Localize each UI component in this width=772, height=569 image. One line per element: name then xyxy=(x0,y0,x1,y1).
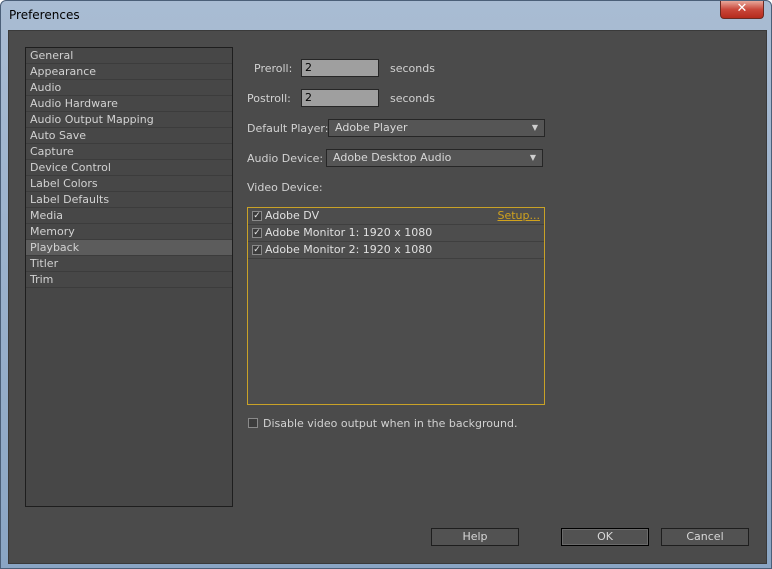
device-name: Adobe Monitor 2: 1920 x 1080 xyxy=(265,243,433,256)
audio-device-select[interactable]: Adobe Desktop Audio ▼ xyxy=(326,149,543,167)
cancel-button[interactable]: Cancel xyxy=(661,528,749,546)
sidebar-item-appearance[interactable]: Appearance xyxy=(26,64,232,80)
sidebar-item-label-colors[interactable]: Label Colors xyxy=(26,176,232,192)
postroll-input[interactable]: 2 xyxy=(301,89,379,107)
sidebar-item-titler[interactable]: Titler xyxy=(26,256,232,272)
disable-bg-label: Disable video output when in the backgro… xyxy=(263,417,518,430)
sidebar-item-audio-output-mapping[interactable]: Audio Output Mapping xyxy=(26,112,232,128)
device-name: Adobe DV xyxy=(265,209,320,222)
category-list: General Appearance Audio Audio Hardware … xyxy=(25,47,233,507)
preroll-label: Preroll: xyxy=(254,62,293,75)
device-name: Adobe Monitor 1: 1920 x 1080 xyxy=(265,226,433,239)
dialog-body: General Appearance Audio Audio Hardware … xyxy=(8,30,767,564)
preroll-input[interactable]: 2 xyxy=(301,59,379,77)
default-player-value: Adobe Player xyxy=(335,121,408,134)
audio-device-value: Adobe Desktop Audio xyxy=(333,151,452,164)
sidebar-item-general[interactable]: General xyxy=(26,48,232,64)
sidebar-item-device-control[interactable]: Device Control xyxy=(26,160,232,176)
chevron-down-icon[interactable]: ▼ xyxy=(526,151,540,165)
sidebar-item-trim[interactable]: Trim xyxy=(26,272,232,288)
sidebar-item-playback[interactable]: Playback xyxy=(26,240,232,256)
default-player-label: Default Player: xyxy=(247,122,329,135)
sidebar-item-label-defaults[interactable]: Label Defaults xyxy=(26,192,232,208)
postroll-unit: seconds xyxy=(390,92,435,105)
check-icon: ✓ xyxy=(253,228,261,238)
postroll-label: Postroll: xyxy=(247,92,291,105)
close-button[interactable]: ✕ xyxy=(720,1,764,19)
ok-button[interactable]: OK xyxy=(561,528,649,546)
video-device-label: Video Device: xyxy=(247,181,323,194)
video-device-list: ✓ Adobe DV Setup... ✓ Adobe Monitor 1: 1… xyxy=(247,207,545,405)
close-icon: ✕ xyxy=(736,1,748,16)
preroll-unit: seconds xyxy=(390,62,435,75)
preferences-window: Preferences ✕ General Appearance Audio A… xyxy=(0,0,772,569)
chevron-down-icon[interactable]: ▼ xyxy=(528,121,542,135)
default-player-select[interactable]: Adobe Player ▼ xyxy=(328,119,545,137)
setup-link[interactable]: Setup... xyxy=(497,208,540,224)
check-icon: ✓ xyxy=(253,211,261,221)
list-item[interactable]: ✓ Adobe Monitor 1: 1920 x 1080 xyxy=(248,225,544,242)
sidebar-item-capture[interactable]: Capture xyxy=(26,144,232,160)
device-checkbox[interactable]: ✓ xyxy=(252,245,262,255)
list-item[interactable]: ✓ Adobe Monitor 2: 1920 x 1080 xyxy=(248,242,544,259)
sidebar-item-audio-hardware[interactable]: Audio Hardware xyxy=(26,96,232,112)
sidebar-item-auto-save[interactable]: Auto Save xyxy=(26,128,232,144)
check-icon: ✓ xyxy=(253,245,261,255)
sidebar-item-memory[interactable]: Memory xyxy=(26,224,232,240)
title-bar[interactable]: Preferences ✕ xyxy=(1,1,771,29)
disable-bg-checkbox[interactable] xyxy=(248,418,258,428)
device-checkbox[interactable]: ✓ xyxy=(252,228,262,238)
sidebar-item-media[interactable]: Media xyxy=(26,208,232,224)
audio-device-label: Audio Device: xyxy=(247,152,324,165)
list-item[interactable]: ✓ Adobe DV Setup... xyxy=(248,208,544,225)
help-button[interactable]: Help xyxy=(431,528,519,546)
window-title: Preferences xyxy=(9,8,80,22)
device-checkbox[interactable]: ✓ xyxy=(252,211,262,221)
sidebar-item-audio[interactable]: Audio xyxy=(26,80,232,96)
